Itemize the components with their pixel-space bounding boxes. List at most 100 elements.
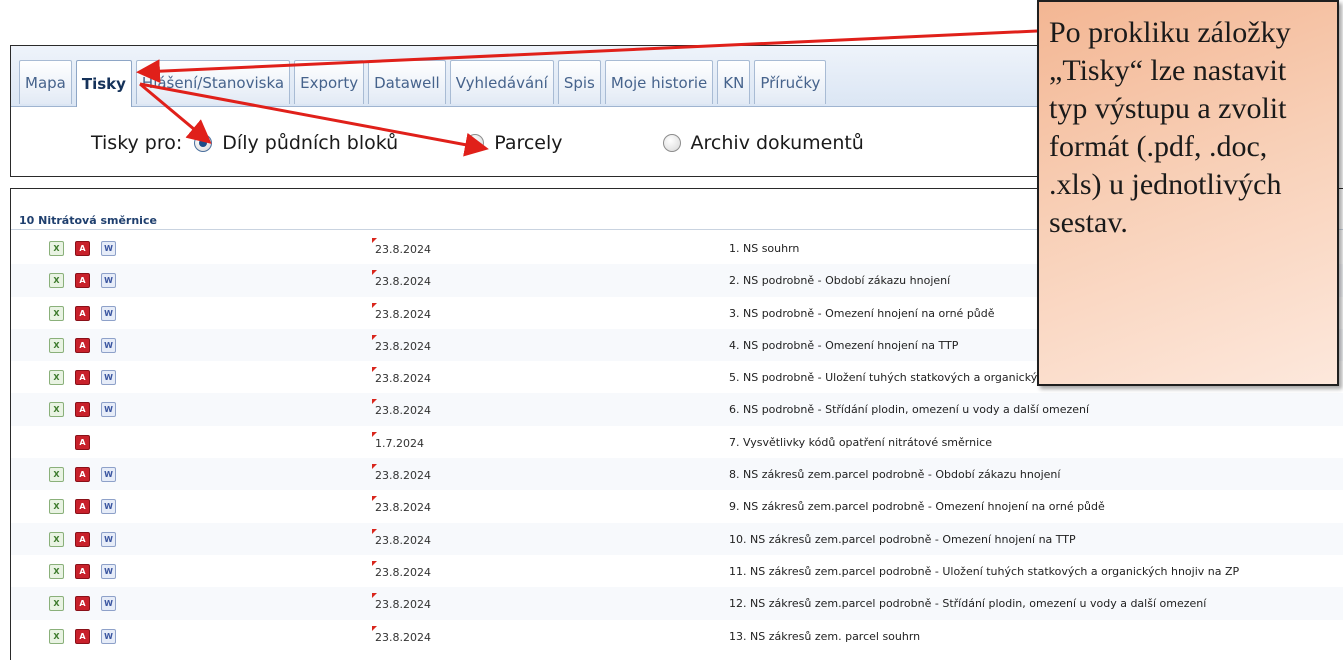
report-name[interactable]: 1. NS souhrn	[729, 242, 799, 255]
pdf-export-icon[interactable]: A	[75, 563, 90, 579]
doc-export-icon[interactable]: W	[101, 370, 116, 386]
xls-export-icon[interactable]: X	[49, 628, 64, 644]
doc-export-icon[interactable]: W	[101, 531, 116, 547]
report-row: X A W 23.8.2024 11. NS zákresů zem.parcel po…	[11, 554, 1343, 588]
report-date[interactable]: 23.8.2024	[372, 496, 431, 514]
doc-export-icon[interactable]: W	[101, 628, 116, 644]
xls-export-icon[interactable]: X	[49, 596, 64, 612]
xls-export-icon[interactable]: X	[49, 273, 64, 289]
tab-p-ru-ky[interactable]: Příručky	[754, 60, 827, 104]
format-icons: XAW	[41, 337, 131, 354]
xls-export-icon[interactable]: X	[49, 531, 64, 547]
report-date[interactable]: 23.8.2024	[372, 334, 431, 353]
doc-export-icon[interactable]: W	[101, 305, 116, 321]
doc-export-icon[interactable]: W	[101, 563, 116, 579]
pdf-export-icon[interactable]: A	[75, 337, 90, 353]
report-date[interactable]: 23.8.2024	[372, 270, 431, 288]
annotation-callout: Po prokliku záložky „Tisky“ lze nastavit…	[1037, 0, 1339, 386]
pdf-export-icon[interactable]: A	[75, 370, 90, 386]
report-name[interactable]: 13. NS zákresů zem. parcel souhrn	[729, 630, 920, 643]
radio-label: Parcely	[494, 132, 563, 154]
report-row: X A W 23.8.2024 12. NS zákresů zem.parcel po…	[11, 587, 1343, 620]
format-icons: XAW	[41, 305, 131, 322]
pdf-export-icon[interactable]: A	[75, 273, 90, 289]
tab-vyhled-v-n-[interactable]: Vyhledávání	[449, 60, 554, 104]
pdf-export-icon[interactable]: A	[75, 305, 90, 321]
tab-datawell[interactable]: Datawell	[368, 60, 446, 104]
print-for-row: Tisky pro: Díly půdních bloků Parcely Ar…	[91, 132, 864, 154]
pdf-export-icon[interactable]: A	[75, 467, 90, 483]
report-row: A 1.7.2024 7. Vysvětlivky kódů opatření ni…	[11, 425, 1343, 459]
xls-export-icon[interactable]: X	[49, 563, 64, 579]
pdf-export-icon[interactable]: A	[75, 596, 90, 612]
doc-export-icon[interactable]: W	[101, 499, 116, 515]
pdf-export-icon[interactable]: A	[75, 628, 90, 644]
xls-export-icon[interactable]: X	[49, 402, 64, 418]
report-row: X A W 23.8.2024 8. NS zákresů zem.parcel pod…	[11, 458, 1343, 491]
doc-export-icon[interactable]: W	[101, 467, 116, 483]
report-date[interactable]: 23.8.2024	[372, 593, 431, 611]
tab-panel: Mapa Tisky Hlášení/Stanoviska Exporty Datawe…	[10, 45, 1070, 177]
report-name[interactable]: 6. NS podrobně - Střídání plodin, omezen…	[729, 403, 1089, 416]
report-name[interactable]: 9. NS zákresů zem.parcel podrobně - Omez…	[729, 500, 1105, 513]
report-name[interactable]: 11. NS zákresů zem.parcel podrobně - Ulo…	[729, 565, 1239, 578]
xls-export-icon[interactable]: X	[49, 305, 64, 321]
pdf-export-icon[interactable]: A	[75, 434, 90, 450]
format-icons: XAW	[41, 402, 131, 418]
report-name[interactable]: 3. NS podrobně - Omezení hnojení na orné…	[729, 307, 995, 320]
doc-export-icon[interactable]: W	[101, 337, 116, 353]
report-name[interactable]: 10. NS zákresů zem.parcel podrobně - Ome…	[729, 533, 1076, 546]
tab-moje-historie[interactable]: Moje historie	[604, 60, 714, 104]
report-date[interactable]: 23.8.2024	[372, 238, 431, 256]
report-date[interactable]: 23.8.2024	[372, 528, 431, 547]
report-name[interactable]: 4. NS podrobně - Omezení hnojení na TTP	[729, 339, 958, 352]
format-icons: XAW	[41, 273, 131, 289]
tab-spis[interactable]: Spis	[557, 60, 601, 104]
tab-mapa[interactable]: Mapa	[19, 60, 72, 104]
tab-tisky[interactable]: Tisky	[75, 60, 132, 107]
format-icons: XAW	[41, 596, 131, 612]
section-title: 10 Nitrátová směrnice	[19, 214, 157, 227]
radio-parcely[interactable]: Parcely	[466, 132, 563, 154]
pdf-export-icon[interactable]: A	[75, 531, 90, 547]
report-date[interactable]: 23.8.2024	[372, 302, 431, 321]
radio-button[interactable]	[466, 134, 485, 152]
tab-kn[interactable]: KN	[717, 60, 751, 104]
xls-export-icon[interactable]: X	[49, 499, 64, 515]
report-date[interactable]: 23.8.2024	[372, 399, 431, 417]
radio-archiv-dokumentu[interactable]: Archiv dokumentů	[662, 132, 864, 154]
doc-export-icon[interactable]: W	[101, 241, 116, 256]
format-icons: XAW	[41, 531, 131, 548]
print-for-label: Tisky pro:	[91, 132, 183, 154]
tab-hl-en-stanoviska[interactable]: Hlášení/Stanoviska	[135, 60, 291, 104]
xls-export-icon[interactable]: X	[49, 337, 64, 353]
radio-button[interactable]	[662, 134, 681, 152]
format-icons: XAW	[41, 370, 131, 386]
pdf-export-icon[interactable]: A	[75, 499, 90, 515]
report-name[interactable]: 12. NS zákresů zem.parcel podrobně - Stř…	[729, 597, 1206, 610]
report-date[interactable]: 23.8.2024	[372, 367, 431, 385]
report-date[interactable]: 23.8.2024	[372, 464, 431, 482]
xls-export-icon[interactable]: X	[49, 241, 64, 256]
doc-export-icon[interactable]: W	[101, 402, 116, 418]
xls-export-icon[interactable]: X	[49, 370, 64, 386]
report-date[interactable]: 23.8.2024	[372, 625, 431, 644]
report-name[interactable]: 7. Vysvětlivky kódů opatření nitrátové s…	[729, 436, 992, 449]
report-date[interactable]: 23.8.2024	[372, 560, 431, 579]
report-row: X A W 23.8.2024 6. NS podrobně - Střídání pl…	[11, 393, 1343, 426]
doc-export-icon[interactable]: W	[101, 273, 116, 289]
report-row: X A W 23.8.2024 9. NS zákresů zem.parcel pod…	[11, 490, 1343, 523]
xls-export-icon[interactable]: X	[49, 467, 64, 483]
tab-exporty[interactable]: Exporty	[294, 60, 365, 104]
radio-button[interactable]	[194, 134, 213, 152]
report-date[interactable]: 1.7.2024	[372, 431, 424, 450]
tab-list: Mapa Tisky Hlášení/Stanoviska Exporty Datawe…	[19, 60, 827, 107]
pdf-export-icon[interactable]: A	[75, 241, 90, 256]
report-name[interactable]: 2. NS podrobně - Období zákazu hnojení	[729, 274, 950, 287]
pdf-export-icon[interactable]: A	[75, 402, 90, 418]
radio-dily-pudnich-bloku[interactable]: Díly půdních bloků	[194, 132, 398, 154]
doc-export-icon[interactable]: W	[101, 596, 116, 612]
format-icons: XAW	[41, 563, 131, 580]
report-name[interactable]: 8. NS zákresů zem.parcel podrobně - Obdo…	[729, 468, 1060, 481]
radio-label: Díly půdních bloků	[222, 132, 399, 154]
